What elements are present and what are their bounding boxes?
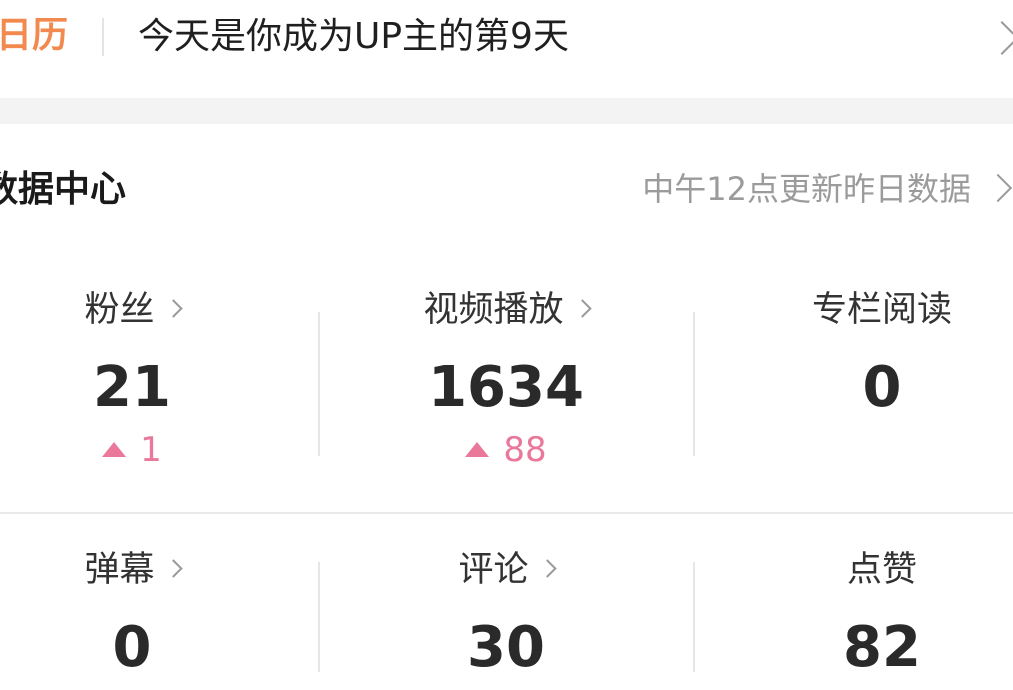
- data-center-title: 数据中心: [0, 169, 127, 210]
- stat-value: 82: [843, 615, 921, 680]
- stat-danmaku[interactable]: 弹幕 0: [0, 546, 320, 680]
- stat-label: 评论: [458, 550, 529, 590]
- triangle-up-icon: [465, 442, 490, 457]
- data-center-update-link[interactable]: 中午12点更新昨日数据: [642, 168, 971, 210]
- stat-label: 点赞: [846, 550, 917, 590]
- chevron-right-icon: [537, 559, 557, 578]
- stat-label: 弹幕: [84, 550, 155, 590]
- chevron-right-icon[interactable]: [983, 173, 1013, 203]
- calendar-message: 今天是你成为UP主的第9天: [138, 16, 569, 57]
- stat-value: 0: [862, 355, 902, 420]
- stat-label: 专栏阅读: [811, 290, 952, 330]
- stat-value: 0: [112, 615, 152, 680]
- chevron-right-icon: [572, 299, 592, 318]
- chevron-right-icon: [163, 299, 183, 318]
- stat-delta: 88: [318, 430, 694, 470]
- row-divider: [0, 512, 1013, 514]
- stat-value: 1634: [428, 355, 584, 420]
- calendar-banner[interactable]: 日历 今天是你成为UP主的第9天: [0, 0, 1013, 98]
- stat-label: 视频播放: [423, 290, 564, 330]
- section-separator: [0, 98, 1013, 124]
- stat-delta: 1: [0, 430, 320, 470]
- stat-value: 30: [467, 615, 545, 680]
- stat-delta-value: 88: [503, 430, 547, 470]
- calendar-logo: 日历: [0, 15, 69, 56]
- chevron-right-icon[interactable]: [985, 21, 1013, 55]
- stat-comments[interactable]: 评论 30: [318, 546, 694, 680]
- stat-delta-value: 1: [140, 430, 162, 470]
- stat-label: 粉丝: [84, 290, 155, 330]
- calendar-divider: [102, 18, 104, 56]
- triangle-up-icon: [102, 442, 127, 457]
- stat-value: 21: [93, 355, 171, 420]
- stat-likes: 点赞 82: [694, 546, 1013, 680]
- stat-video-plays[interactable]: 视频播放 1634 88: [318, 286, 694, 470]
- chevron-right-icon: [163, 559, 183, 578]
- stat-followers[interactable]: 粉丝 21 1: [0, 286, 320, 470]
- stat-article-reads: 专栏阅读 0: [694, 286, 1013, 420]
